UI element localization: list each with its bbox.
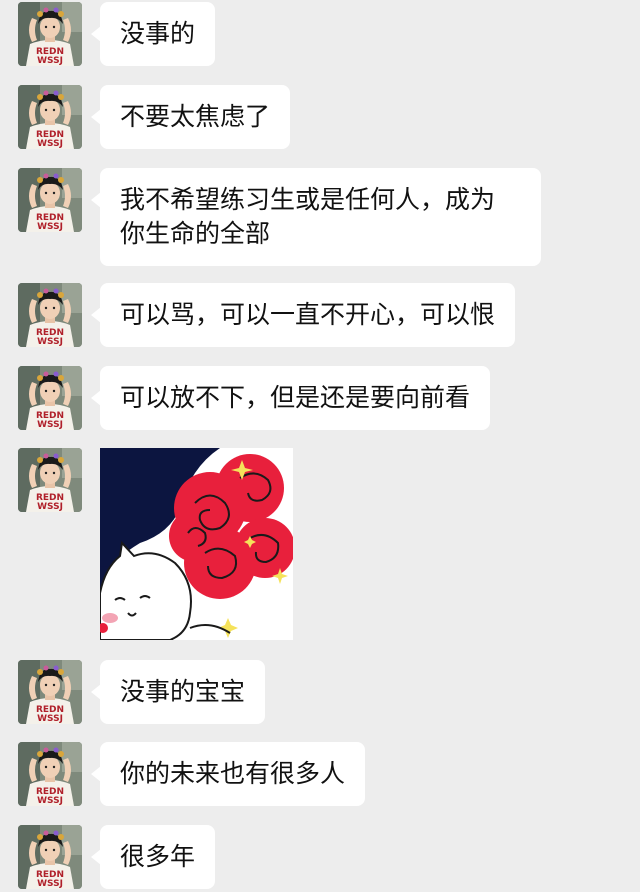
avatar[interactable]: REDN WSSJ (18, 85, 82, 149)
message-text: 可以放不下，但是还是要向前看 (120, 383, 471, 412)
user-avatar-icon: REDN WSSJ (18, 825, 82, 889)
sticker-message[interactable] (100, 448, 293, 640)
message-bubble[interactable]: 没事的宝宝 (90, 660, 266, 724)
avatar[interactable]: REDN WSSJ (18, 660, 82, 724)
avatar[interactable]: REDN WSSJ (18, 742, 82, 806)
avatar[interactable]: REDN WSSJ (18, 2, 82, 66)
avatar[interactable]: REDN WSSJ (18, 825, 82, 889)
message-text: 没事的宝宝 (120, 677, 246, 706)
user-avatar-icon: REDN WSSJ (18, 660, 82, 724)
svg-text:WSSJ: WSSJ (37, 222, 63, 232)
message-text-line: 我不希望练习生或是任何人，成为 (120, 185, 496, 214)
user-avatar-icon: REDN WSSJ (18, 85, 82, 149)
message-bubble[interactable]: 我不希望练习生或是任何人，成为 你生命的全部 (91, 168, 541, 266)
message-bubble[interactable]: 可以放不下，但是还是要向前看 (90, 366, 491, 430)
message-text: 你的未来也有很多人 (120, 759, 346, 788)
user-avatar-icon: REDN WSSJ (18, 168, 82, 232)
message-bubble[interactable]: 很多年 (90, 825, 216, 889)
avatar[interactable]: REDN WSSJ (18, 448, 82, 512)
svg-text:WSSJ: WSSJ (37, 139, 63, 149)
svg-text:WSSJ: WSSJ (37, 420, 63, 430)
svg-text:WSSJ: WSSJ (37, 337, 63, 347)
user-avatar-icon: REDN WSSJ (18, 2, 82, 66)
message-bubble[interactable]: 你的未来也有很多人 (90, 742, 366, 806)
message-text: 很多年 (120, 842, 196, 871)
chat-view[interactable]: REDN WSSJ 没事的 REDN WSSJ 不要太焦虑了 REDN WSSJ… (0, 0, 640, 892)
avatar[interactable]: REDN WSSJ (18, 283, 82, 347)
avatar[interactable]: REDN WSSJ (18, 168, 82, 232)
message-bubble[interactable]: 可以骂，可以一直不开心，可以恨 (90, 283, 516, 347)
message-text: 没事的 (120, 19, 196, 48)
user-avatar-icon: REDN WSSJ (18, 742, 82, 806)
message-text: 不要太焦虑了 (120, 102, 271, 131)
svg-text:WSSJ: WSSJ (37, 56, 63, 66)
cat-with-roses-sticker-icon (100, 448, 293, 640)
user-avatar-icon: REDN WSSJ (18, 366, 82, 430)
svg-text:WSSJ: WSSJ (37, 502, 63, 512)
svg-text:WSSJ: WSSJ (37, 879, 63, 889)
svg-text:WSSJ: WSSJ (37, 714, 63, 724)
svg-text:WSSJ: WSSJ (37, 796, 63, 806)
message-bubble[interactable]: 不要太焦虑了 (90, 85, 291, 149)
message-text-line: 你生命的全部 (120, 219, 271, 248)
message-bubble[interactable]: 没事的 (90, 2, 216, 66)
user-avatar-icon: REDN WSSJ (18, 283, 82, 347)
avatar[interactable]: REDN WSSJ (18, 366, 82, 430)
message-text: 可以骂，可以一直不开心，可以恨 (120, 300, 496, 329)
user-avatar-icon: REDN WSSJ (18, 448, 82, 512)
